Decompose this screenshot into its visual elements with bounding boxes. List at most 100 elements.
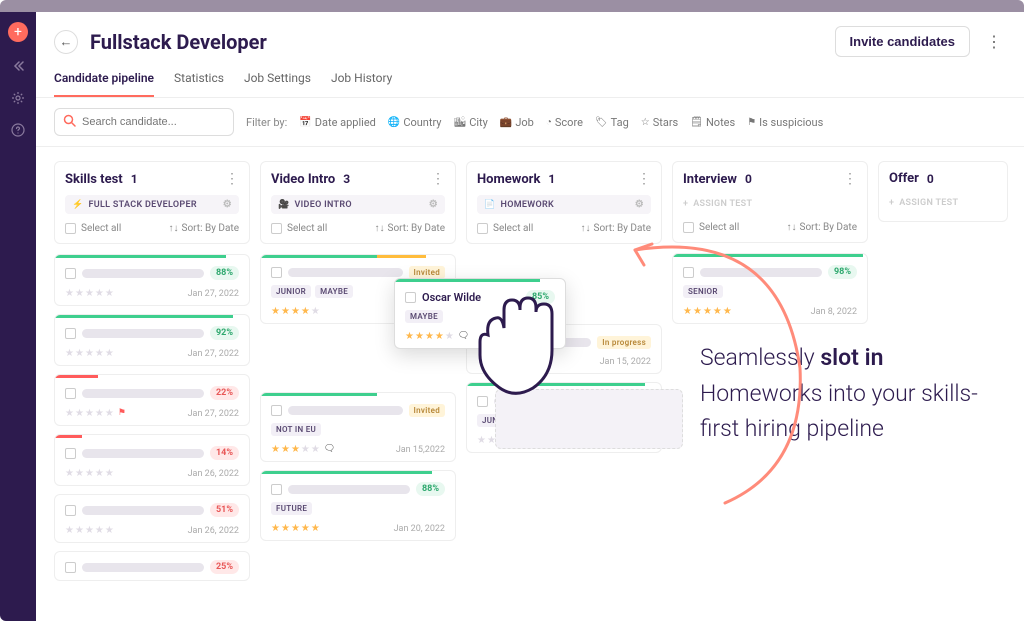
candidate-card[interactable]: 22%★★★★★⚑Jan 27, 2022 — [54, 374, 250, 426]
video-icon: 🎥 — [278, 200, 290, 210]
flag-icon: ⚑ — [747, 117, 756, 128]
gear-icon[interactable]: ⚙ — [223, 199, 232, 210]
sort-button[interactable]: ↑↓Sort: By Date — [787, 222, 857, 233]
star-rating[interactable]: ★★★★★ — [65, 525, 114, 536]
assign-test-button[interactable]: + ASSIGN TEST — [889, 194, 997, 212]
card-date: Jan 8, 2022 — [811, 307, 857, 317]
candidate-card[interactable]: 88%FUTURE★★★★★Jan 20, 2022 — [260, 470, 456, 541]
document-icon: 📄 — [484, 200, 496, 210]
filter-city[interactable]: 🏙City — [454, 116, 488, 129]
card-date: Jan 27, 2022 — [188, 289, 239, 299]
gear-icon[interactable]: ⚙ — [635, 199, 644, 210]
score-badge: 92% — [210, 326, 239, 340]
candidate-card[interactable]: 88%★★★★★Jan 27, 2022 — [54, 254, 250, 306]
card-date: Jan 20, 2022 — [394, 524, 445, 534]
candidate-name-placeholder — [82, 269, 204, 278]
column-more-icon[interactable] — [225, 171, 239, 187]
filter-date-applied[interactable]: 📅Date applied — [299, 116, 376, 129]
star-rating[interactable]: ★★★★★⚑ — [65, 408, 126, 419]
invite-candidates-button[interactable]: Invite candidates — [835, 26, 970, 57]
card-date: Jan 15, 2022 — [600, 357, 651, 367]
card-checkbox[interactable] — [271, 484, 282, 495]
column-count: 0 — [927, 172, 934, 186]
column-more-icon[interactable] — [637, 171, 651, 187]
assign-test-button[interactable]: + ASSIGN TEST — [683, 195, 857, 213]
filter-score[interactable]: ◔Score — [546, 116, 583, 129]
column-test-tag[interactable]: 📄 HOMEWORK ⚙ — [477, 195, 651, 214]
card-checkbox[interactable] — [65, 388, 76, 399]
candidate-name-placeholder — [82, 449, 204, 458]
page-more-icon[interactable]: ⋮ — [982, 30, 1006, 54]
star-rating[interactable]: ★★★★★🗨 — [271, 444, 335, 455]
help-icon[interactable] — [10, 122, 26, 138]
filter-country[interactable]: 🌐Country — [388, 116, 442, 129]
tab-statistics[interactable]: Statistics — [174, 71, 224, 97]
tag-chip: SENIOR — [683, 285, 723, 298]
card-checkbox[interactable] — [271, 405, 282, 416]
filter-stars[interactable]: ☆Stars — [641, 116, 679, 129]
card-checkbox[interactable] — [683, 267, 694, 278]
star-rating[interactable]: ★★★★★ — [65, 288, 114, 299]
filter-bar: Filter by: 📅Date applied 🌐Country 🏙City … — [36, 98, 1024, 147]
column-title: Interview — [683, 172, 737, 187]
tab-job-settings[interactable]: Job Settings — [244, 71, 311, 97]
column-test-tag[interactable]: 🎥 VIDEO INTRO ⚙ — [271, 195, 445, 214]
score-badge: 22% — [210, 386, 239, 400]
card-checkbox[interactable] — [65, 448, 76, 459]
score-badge: 14% — [210, 446, 239, 460]
card-checkbox[interactable] — [65, 268, 76, 279]
score-icon: ◔ — [546, 117, 552, 128]
select-all[interactable]: Select all — [271, 223, 327, 234]
star-rating[interactable]: ★★★★★ — [683, 306, 732, 317]
add-button[interactable]: + — [8, 22, 28, 42]
candidate-card[interactable]: InvitedNOT IN EU★★★★★🗨Jan 15,2022 — [260, 392, 456, 462]
tab-job-history[interactable]: Job History — [331, 71, 392, 97]
column-more-icon[interactable] — [431, 171, 445, 187]
collapse-icon[interactable] — [10, 58, 26, 74]
filter-suspicious[interactable]: ⚑Is suspicious — [747, 116, 823, 129]
filter-notes[interactable]: 🗒Notes — [690, 116, 735, 129]
column-title: Offer — [889, 171, 919, 186]
candidate-card[interactable]: 51%★★★★★Jan 26, 2022 — [54, 494, 250, 543]
column-more-icon[interactable] — [843, 171, 857, 187]
sort-button[interactable]: ↑↓Sort: By Date — [169, 223, 239, 234]
card-checkbox[interactable] — [65, 562, 76, 573]
score-badge: 88% — [416, 482, 445, 496]
card-checkbox[interactable] — [65, 505, 76, 516]
status-chip: Invited — [409, 404, 445, 417]
candidate-card[interactable]: 92%★★★★★Jan 27, 2022 — [54, 314, 250, 366]
candidate-card[interactable]: 25% — [54, 551, 250, 581]
card-checkbox[interactable] — [405, 292, 416, 303]
candidate-card[interactable]: 98%SENIOR★★★★★Jan 8, 2022 — [672, 253, 868, 324]
sort-button[interactable]: ↑↓Sort: By Date — [581, 223, 651, 234]
tag-chip: MAYBE — [315, 285, 353, 298]
candidate-name-placeholder — [82, 329, 204, 338]
filter-job[interactable]: 💼Job — [500, 116, 534, 129]
star-rating[interactable]: ★★★★★ — [271, 523, 320, 534]
card-date: Jan 26, 2022 — [188, 526, 239, 536]
candidate-name-placeholder — [288, 406, 403, 415]
select-all[interactable]: Select all — [683, 222, 739, 233]
search-input-wrapper[interactable] — [54, 108, 234, 136]
grab-hand-illustration — [458, 280, 578, 410]
tab-pipeline[interactable]: Candidate pipeline — [54, 71, 154, 97]
star-rating[interactable]: ★★★★★ — [271, 306, 320, 317]
column-test-tag[interactable]: ⚡ FULL STACK DEVELOPER ⚙ — [65, 195, 239, 214]
sort-button[interactable]: ↑↓Sort: By Date — [375, 223, 445, 234]
tag-icon: 🏷 — [595, 117, 608, 128]
select-all[interactable]: Select all — [477, 223, 533, 234]
star-rating[interactable]: ★★★★★ — [65, 468, 114, 479]
back-button[interactable]: ← — [54, 30, 78, 54]
tabs: Candidate pipeline Statistics Job Settin… — [54, 71, 1006, 97]
star-icon: ☆ — [641, 117, 650, 128]
search-input[interactable] — [82, 116, 225, 128]
select-all[interactable]: Select all — [65, 223, 121, 234]
candidate-card[interactable]: 14%★★★★★Jan 26, 2022 — [54, 434, 250, 486]
gear-icon[interactable]: ⚙ — [429, 199, 438, 210]
gear-icon[interactable] — [10, 90, 26, 106]
card-checkbox[interactable] — [271, 267, 282, 278]
filter-tag[interactable]: 🏷Tag — [595, 116, 629, 129]
star-rating[interactable]: ★★★★★ — [65, 348, 114, 359]
card-checkbox[interactable] — [65, 328, 76, 339]
column-title: Skills test — [65, 172, 123, 187]
